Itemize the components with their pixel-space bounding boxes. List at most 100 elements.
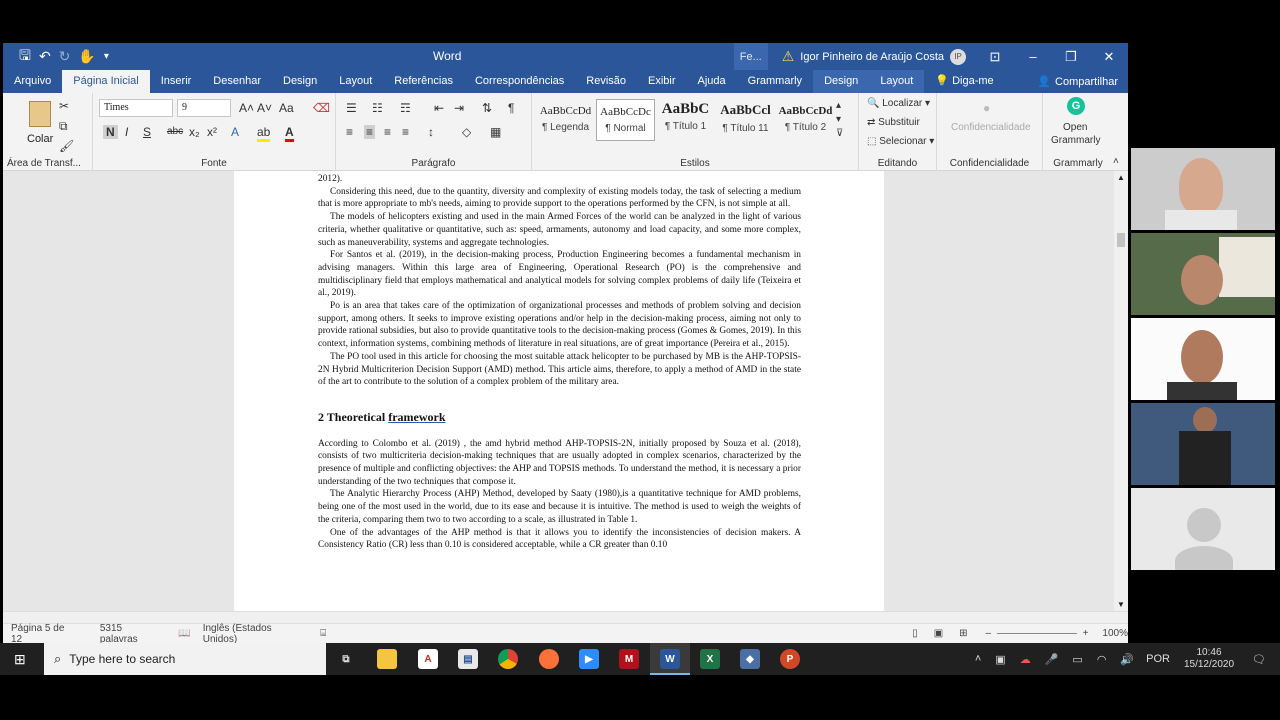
account[interactable]: ⚠ Igor Pinheiro de Araújo Costa IP xyxy=(768,48,976,65)
increase-indent-icon[interactable]: ⇥ xyxy=(454,101,464,115)
sort-icon[interactable]: ⇅ xyxy=(482,101,492,115)
scroll-thumb[interactable] xyxy=(1117,233,1125,247)
maximize-icon[interactable]: ❐ xyxy=(1052,49,1090,65)
task-view-icon[interactable]: ⧉ xyxy=(336,649,356,669)
share-button[interactable]: 👤 Compartilhar xyxy=(1037,70,1118,93)
redo-icon[interactable]: ↻ xyxy=(59,48,71,65)
notifications-icon[interactable]: 🗨 xyxy=(1252,653,1266,666)
ribbon-display-icon[interactable]: ⊡ xyxy=(976,49,1014,65)
shield-app-icon[interactable]: ◆ xyxy=(740,649,760,669)
participant-video-2[interactable] xyxy=(1131,233,1275,315)
participant-video-5[interactable] xyxy=(1131,488,1275,570)
taskbar-search[interactable]: ⌕ Type here to search xyxy=(44,643,326,675)
tab-design[interactable]: Design xyxy=(272,70,328,93)
minimize-icon[interactable]: – xyxy=(1014,49,1052,64)
bold-button[interactable]: N xyxy=(103,125,118,139)
format-painter-icon[interactable]: 🖌 xyxy=(59,139,74,153)
interpreter-video[interactable] xyxy=(1131,403,1275,485)
network-alert-icon[interactable]: ☁ xyxy=(1020,653,1031,666)
tell-me[interactable]: 💡 Diga-me xyxy=(924,70,1004,93)
zoom-in-icon[interactable]: + xyxy=(1083,628,1089,639)
replace-button[interactable]: ⇄ Substituir xyxy=(867,116,920,130)
language-indicator[interactable]: POR xyxy=(1146,653,1170,665)
find-button[interactable]: 🔍 Localizar ▾ xyxy=(867,97,930,111)
word-count[interactable]: 5315 palavras xyxy=(100,623,162,645)
start-icon[interactable]: ⊞ xyxy=(14,651,26,668)
file-explorer-icon[interactable] xyxy=(377,649,397,669)
paste-button-label[interactable]: Colar xyxy=(27,133,53,145)
tab-exibir[interactable]: Exibir xyxy=(637,70,687,93)
style-titulo-2[interactable]: AaBbCcDd ¶ Título 2 xyxy=(776,99,835,141)
zoom-out-icon[interactable]: – xyxy=(986,628,992,639)
font-name-dropdown[interactable]: Times xyxy=(99,99,173,117)
tab-table-layout[interactable]: Layout xyxy=(869,70,925,93)
borders-icon[interactable]: ▦ xyxy=(490,125,501,139)
copy-icon[interactable]: ⧉ xyxy=(59,119,68,133)
wifi-icon[interactable]: ◠ xyxy=(1097,653,1107,666)
collapse-ribbon-icon[interactable]: ˄ xyxy=(1113,155,1119,169)
web-layout-icon[interactable]: ⊞ xyxy=(959,628,967,639)
word-icon[interactable]: W xyxy=(660,649,680,669)
document-app-icon[interactable]: ▤ xyxy=(458,649,478,669)
justify-icon[interactable]: ≡ xyxy=(402,125,409,139)
proofing-icon[interactable]: 📖 xyxy=(178,628,190,639)
tab-ajuda[interactable]: Ajuda xyxy=(687,70,737,93)
app-red-icon[interactable]: M xyxy=(619,649,639,669)
grow-font-icon[interactable]: A˄ xyxy=(239,101,254,115)
change-case-icon[interactable]: Aa xyxy=(279,101,294,115)
clear-format-icon[interactable]: ⌫ xyxy=(313,101,330,115)
scroll-up-icon[interactable]: ▲ xyxy=(1117,173,1125,182)
italic-button[interactable]: I xyxy=(125,125,128,139)
search-box-collapsed[interactable]: Fe... xyxy=(733,43,768,70)
align-center-icon[interactable]: ≡ xyxy=(364,125,376,139)
style-legenda[interactable]: AaBbCcDd ¶ Legenda xyxy=(536,99,595,141)
print-layout-icon[interactable]: ▣ xyxy=(934,628,943,639)
text-effects-icon[interactable]: A xyxy=(231,125,239,139)
highlight-icon[interactable]: ab xyxy=(257,125,271,142)
chrome-icon[interactable] xyxy=(498,649,518,669)
language[interactable]: Inglês (Estados Unidos) xyxy=(203,623,308,645)
cut-icon[interactable]: ✂ xyxy=(59,99,69,113)
strikethrough-button[interactable]: abc xyxy=(167,125,183,139)
tab-referencias[interactable]: Referências xyxy=(383,70,464,93)
close-icon[interactable]: ✕ xyxy=(1090,49,1128,65)
underline-button[interactable]: S xyxy=(143,125,151,139)
microphone-icon[interactable]: 🎤 xyxy=(1045,653,1059,666)
meet-now-icon[interactable]: ▣ xyxy=(995,653,1005,666)
touch-mode-icon[interactable]: ✋ xyxy=(78,48,95,65)
styles-more-icon[interactable]: ▴ ▾ ⊽ xyxy=(836,99,843,141)
tab-correspondencias[interactable]: Correspondências xyxy=(464,70,575,93)
tab-pagina-inicial[interactable]: Página Inicial xyxy=(62,70,150,93)
clock[interactable]: 10:46 15/12/2020 xyxy=(1184,647,1234,671)
tab-revisao[interactable]: Revisão xyxy=(575,70,637,93)
save-icon[interactable]: 🖫 xyxy=(19,45,31,69)
align-right-icon[interactable]: ≡ xyxy=(384,125,391,139)
tab-inserir[interactable]: Inserir xyxy=(150,70,203,93)
chevron-up-icon[interactable]: ˄ xyxy=(975,653,981,665)
paste-icon[interactable] xyxy=(29,101,51,127)
zoom-level[interactable]: 100% xyxy=(1102,628,1128,639)
shrink-font-icon[interactable]: A˅ xyxy=(257,101,272,115)
multilevel-list-icon[interactable]: ☶ xyxy=(400,101,411,115)
line-spacing-icon[interactable]: ↕ xyxy=(428,125,434,139)
open-grammarly-line2[interactable]: Grammarly xyxy=(1051,134,1100,148)
select-button[interactable]: ⬚ Selecionar ▾ xyxy=(867,135,934,149)
read-mode-icon[interactable]: ▯ xyxy=(912,628,918,639)
style-titulo-11[interactable]: AaBbCcl ¶ Título 11 xyxy=(716,99,775,141)
customize-qat-icon[interactable]: ▾ xyxy=(104,51,109,62)
macro-icon[interactable]: ⌸ xyxy=(320,628,326,639)
document-page[interactable]: 2012). Considering this need, due to the… xyxy=(234,171,884,611)
superscript-button[interactable]: x² xyxy=(207,125,217,139)
decrease-indent-icon[interactable]: ⇤ xyxy=(434,101,444,115)
font-color-icon[interactable]: A xyxy=(285,125,294,142)
tab-grammarly[interactable]: Grammarly xyxy=(737,70,813,93)
battery-icon[interactable]: ▭ xyxy=(1072,653,1082,666)
participant-video-3[interactable] xyxy=(1131,318,1275,400)
tab-table-design[interactable]: Design xyxy=(813,70,870,93)
style-normal[interactable]: AaBbCcDc ¶ Normal xyxy=(596,99,655,141)
font-size-dropdown[interactable]: 9 xyxy=(177,99,231,117)
volume-icon[interactable]: 🔊 xyxy=(1120,653,1134,666)
pdf-reader-icon[interactable]: A xyxy=(418,649,438,669)
horizontal-scrollbar[interactable] xyxy=(3,611,1128,623)
style-titulo-1[interactable]: AaBbC ¶ Título 1 xyxy=(656,99,715,141)
